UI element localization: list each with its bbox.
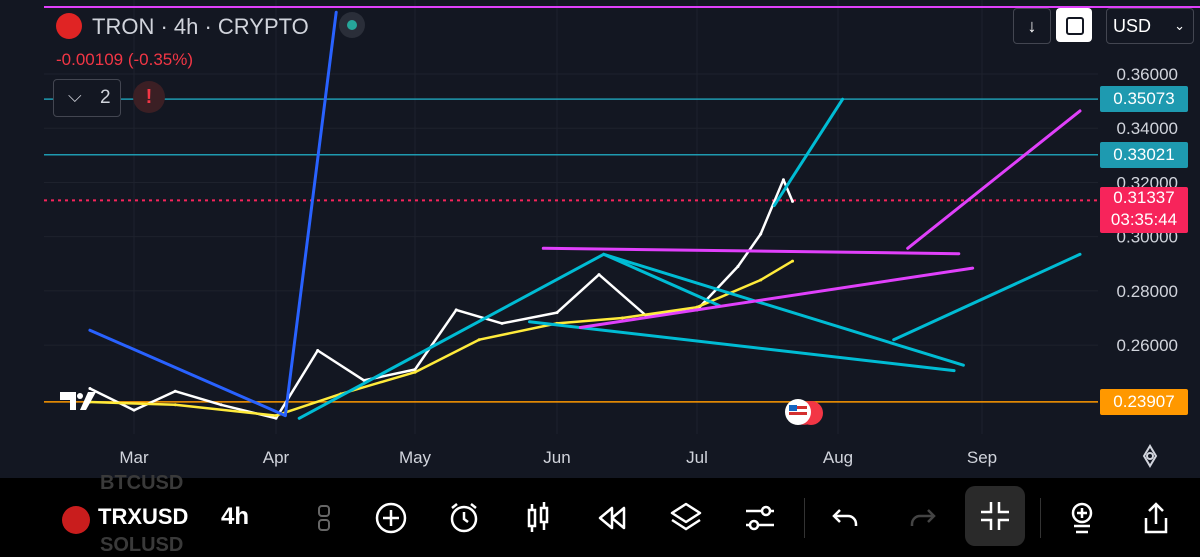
trendline[interactable] bbox=[892, 252, 1082, 342]
series-point bbox=[736, 264, 740, 268]
series-point bbox=[274, 414, 278, 418]
series-point bbox=[555, 311, 559, 315]
price-label[interactable]: 0.31337 03:35:44 bbox=[1100, 187, 1188, 234]
price-label[interactable]: 0.33021 bbox=[1100, 141, 1188, 168]
share-icon[interactable] bbox=[1136, 498, 1176, 538]
alert-icon[interactable]: ! bbox=[133, 81, 165, 113]
series-point bbox=[173, 389, 177, 393]
settings-icon[interactable] bbox=[1142, 444, 1158, 468]
trendline[interactable] bbox=[772, 97, 845, 207]
fullscreen-button[interactable] bbox=[1056, 8, 1092, 42]
x-tick-label: Aug bbox=[823, 448, 853, 467]
watchlist-prev-symbol[interactable]: BTCUSD bbox=[100, 472, 183, 495]
trendline[interactable] bbox=[528, 320, 956, 373]
price-chart[interactable]: 0.360000.340000.320000.300000.280000.260… bbox=[0, 0, 1200, 478]
bar-countdown: 03:35:44 bbox=[1110, 210, 1178, 230]
chevron-down-icon: ⌄ bbox=[1174, 18, 1185, 33]
series-point bbox=[759, 278, 763, 282]
alarm-icon[interactable] bbox=[444, 498, 484, 538]
tron-logo-icon bbox=[62, 506, 90, 534]
y-tick-label: 0.28000 bbox=[1117, 282, 1178, 301]
add-icon[interactable] bbox=[371, 498, 411, 538]
series-point bbox=[620, 316, 624, 320]
x-tick-label: Apr bbox=[263, 448, 290, 467]
x-tick-label: Jun bbox=[543, 448, 570, 467]
currency-value: USD bbox=[1113, 16, 1152, 36]
series-point bbox=[454, 308, 458, 312]
trendline[interactable] bbox=[283, 10, 338, 418]
series-point bbox=[173, 403, 177, 407]
settings-sliders-icon[interactable] bbox=[740, 498, 780, 538]
scroll-to-latest-button[interactable]: ↓ bbox=[1013, 8, 1051, 44]
series-point bbox=[413, 370, 417, 374]
tradingview-logo bbox=[60, 392, 96, 410]
series-point bbox=[759, 232, 763, 236]
chart-pane[interactable]: 0.36000 0.34000 0.32000 0.30000 0.28000 0.260… bbox=[0, 0, 1200, 478]
series-line bbox=[89, 178, 794, 420]
price-label[interactable]: 0.35073 bbox=[1100, 86, 1188, 113]
flag-event-icon[interactable] bbox=[785, 399, 823, 425]
series-point bbox=[781, 178, 785, 182]
redo-icon[interactable] bbox=[902, 498, 942, 538]
series-point bbox=[274, 416, 278, 420]
series-line bbox=[89, 260, 794, 417]
indicator-count: 2 bbox=[100, 87, 111, 108]
series-point bbox=[500, 321, 504, 325]
indicators-toggle-button[interactable]: ⌵ 2 bbox=[53, 79, 121, 117]
series-point bbox=[132, 408, 136, 412]
layers-icon[interactable] bbox=[666, 498, 706, 538]
symbol-title: TRON · 4h · CRYPTO bbox=[92, 14, 309, 39]
trendline[interactable] bbox=[602, 252, 965, 367]
collapse-icon bbox=[981, 502, 1009, 530]
series-point bbox=[316, 349, 320, 353]
x-tick-label: Jul bbox=[686, 448, 708, 467]
price-change: -0.00109 (-0.35%) bbox=[56, 50, 194, 69]
currency-select[interactable]: USD ⌄ bbox=[1106, 8, 1194, 44]
trendline[interactable] bbox=[578, 266, 975, 329]
series-point bbox=[791, 199, 795, 203]
layout-icon[interactable] bbox=[304, 498, 344, 538]
x-tick-label: May bbox=[399, 448, 432, 467]
series-point bbox=[477, 338, 481, 342]
interval-button[interactable]: 4h bbox=[221, 503, 249, 531]
y-tick-label: 0.34000 bbox=[1117, 119, 1178, 138]
market-status-icon[interactable] bbox=[339, 12, 365, 38]
chevron-down-icon: ⌵ bbox=[68, 86, 82, 106]
series-point bbox=[88, 386, 92, 390]
y-tick-label: 0.26000 bbox=[1117, 336, 1178, 355]
indicators-icon[interactable] bbox=[1062, 498, 1102, 538]
price-label[interactable]: 0.23907 bbox=[1100, 388, 1188, 415]
symbol-button[interactable]: TRXUSD bbox=[98, 504, 188, 530]
series-point bbox=[219, 403, 223, 407]
tron-logo-icon bbox=[56, 13, 82, 39]
collapse-button[interactable] bbox=[965, 486, 1025, 546]
bottom-toolbar: BTCUSD SOLUSD TRXUSD 4h bbox=[0, 472, 1200, 556]
x-tick-label: Sep bbox=[967, 448, 997, 467]
series-point bbox=[791, 259, 795, 263]
trendline[interactable] bbox=[906, 109, 1082, 250]
y-tick-label: 0.36000 bbox=[1117, 65, 1178, 84]
replay-icon[interactable] bbox=[592, 498, 632, 538]
series-point bbox=[597, 273, 601, 277]
x-tick-label: Mar bbox=[119, 448, 149, 467]
undo-icon[interactable] bbox=[826, 498, 866, 538]
candles-icon[interactable] bbox=[518, 498, 558, 538]
